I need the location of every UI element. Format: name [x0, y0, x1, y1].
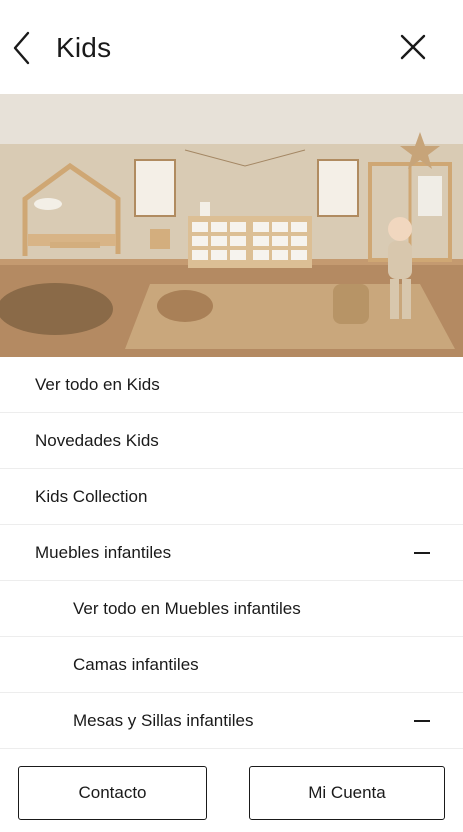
submenu-item-mesas-sillas[interactable]: Mesas y Sillas infantiles	[0, 693, 463, 749]
footer-actions: Contacto Mi Cuenta	[0, 752, 463, 832]
submenu-item-label: Camas infantiles	[73, 655, 199, 674]
submenu-item-camas-infantiles[interactable]: Camas infantiles	[0, 637, 463, 693]
menu-item-ver-todo-kids[interactable]: Ver todo en Kids	[0, 357, 463, 413]
menu-item-kids-collection[interactable]: Kids Collection	[0, 469, 463, 525]
submenu-item-ver-todo-muebles[interactable]: Ver todo en Muebles infantiles	[0, 581, 463, 637]
menu-item-label: Novedades Kids	[35, 431, 159, 450]
collapse-minus-icon[interactable]	[414, 552, 430, 554]
menu-item-label: Ver todo en Kids	[35, 375, 160, 394]
submenu-item-label: Ver todo en Muebles infantiles	[73, 599, 301, 618]
kids-room-banner-image[interactable]	[0, 94, 463, 357]
menu-item-label: Muebles infantiles	[35, 543, 172, 562]
menu-item-label: Kids Collection	[35, 487, 148, 506]
submenu-item-label: Mesas y Sillas infantiles	[73, 711, 254, 730]
contact-button[interactable]: Contacto	[18, 766, 207, 820]
menu-item-novedades-kids[interactable]: Novedades Kids	[0, 413, 463, 469]
close-button[interactable]	[398, 32, 428, 62]
my-account-button[interactable]: Mi Cuenta	[249, 766, 445, 820]
header: Kids	[0, 0, 463, 94]
close-icon	[400, 34, 426, 60]
chevron-left-icon	[13, 31, 30, 65]
menu-item-muebles-infantiles[interactable]: Muebles infantiles	[0, 525, 463, 581]
category-menu: Ver todo en Kids Novedades Kids Kids Col…	[0, 357, 463, 749]
collapse-minus-icon[interactable]	[414, 720, 430, 722]
back-button[interactable]	[10, 30, 36, 66]
page-title: Kids	[56, 32, 112, 63]
